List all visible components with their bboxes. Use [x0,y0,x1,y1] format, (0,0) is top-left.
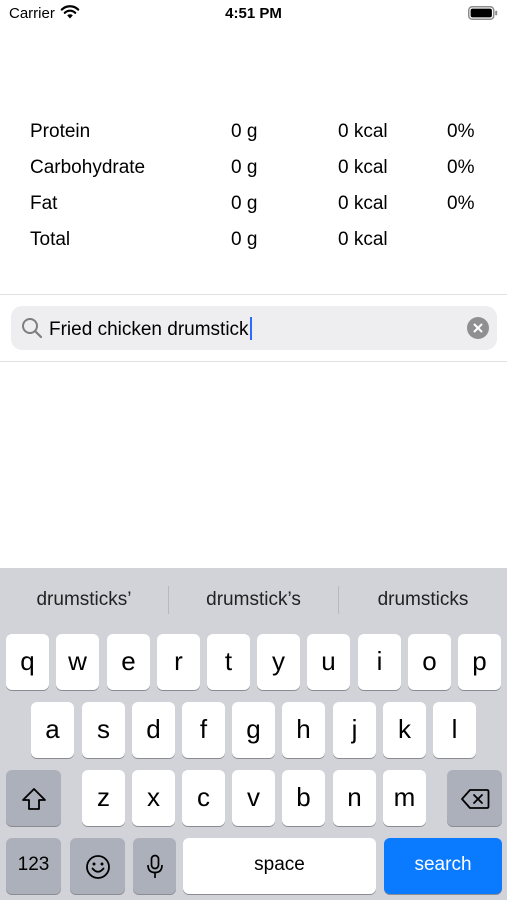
backspace-icon [460,789,489,810]
search-key[interactable]: search [384,838,502,894]
key-u[interactable]: u [307,634,350,690]
nutrition-row-carbohydrate: Carbohydrate 0 g 0 kcal 0% [0,149,507,185]
key-i[interactable]: i [358,634,401,690]
search-bar: Fried chicken drumstick [0,295,507,361]
key-e[interactable]: e [107,634,150,690]
key-x[interactable]: x [132,770,175,826]
emoji-icon [85,855,110,880]
macro-name: Carbohydrate [30,157,146,178]
search-input-value: Fried chicken drumstick [49,319,249,340]
battery-icon [468,6,498,25]
macro-grams: 0 g [231,193,258,214]
delete-key[interactable] [447,770,502,826]
macro-kcal: 0 kcal [338,229,388,250]
microphone-icon [146,854,163,879]
shift-key[interactable] [6,770,61,826]
key-w[interactable]: w [56,634,99,690]
key-n[interactable]: n [333,770,376,826]
numbers-key[interactable]: 123 [6,838,61,894]
macro-name: Protein [30,121,91,142]
key-z[interactable]: z [82,770,125,826]
key-b[interactable]: b [282,770,325,826]
suggestion-bar: drumsticks’ drumstick’s drumsticks [0,568,507,630]
key-t[interactable]: t [207,634,250,690]
nutrition-row-fat: Fat 0 g 0 kcal 0% [0,185,507,221]
key-j[interactable]: j [333,702,376,758]
key-f[interactable]: f [182,702,225,758]
key-c[interactable]: c [182,770,225,826]
key-v[interactable]: v [232,770,275,826]
key-p[interactable]: p [458,634,501,690]
keyboard: drumsticks’ drumstick’s drumsticks q w e… [0,568,507,900]
key-o[interactable]: o [408,634,451,690]
key-a[interactable]: a [31,702,74,758]
macro-name: Total [30,229,71,250]
dictation-key[interactable] [133,838,176,894]
key-s[interactable]: s [82,702,125,758]
clear-icon[interactable] [467,317,489,339]
key-g[interactable]: g [232,702,275,758]
macro-grams: 0 g [231,229,258,250]
key-k[interactable]: k [383,702,426,758]
macro-kcal: 0 kcal [338,193,388,214]
macro-percent: 0% [447,157,475,178]
macro-grams: 0 g [231,121,258,142]
suggestion-item[interactable]: drumsticks’ [0,568,168,630]
macro-grams: 0 g [231,157,258,178]
key-q[interactable]: q [6,634,49,690]
macro-name: Fat [30,193,58,214]
key-m[interactable]: m [383,770,426,826]
nutrition-row-protein: Protein 0 g 0 kcal 0% [0,113,507,149]
macro-percent: 0% [447,121,475,142]
key-y[interactable]: y [257,634,300,690]
search-input[interactable]: Fried chicken drumstick [49,317,252,341]
macro-kcal: 0 kcal [338,121,388,142]
key-d[interactable]: d [132,702,175,758]
space-key[interactable]: space [183,838,376,894]
clock: 4:51 PM [225,5,282,22]
divider [0,361,507,362]
key-l[interactable]: l [433,702,476,758]
emoji-key[interactable] [70,838,125,894]
magnifier-icon [21,317,43,344]
status-bar: Carrier 4:51 PM [0,0,507,28]
macro-kcal: 0 kcal [338,157,388,178]
key-r[interactable]: r [157,634,200,690]
shift-icon [21,788,46,811]
nutrition-row-total: Total 0 g 0 kcal [0,221,507,257]
text-cursor [249,317,252,340]
macro-percent: 0% [447,193,475,214]
suggestion-item[interactable]: drumsticks [339,568,507,630]
suggestion-item[interactable]: drumstick’s [169,568,338,630]
key-h[interactable]: h [282,702,325,758]
search-field[interactable]: Fried chicken drumstick [11,306,497,350]
